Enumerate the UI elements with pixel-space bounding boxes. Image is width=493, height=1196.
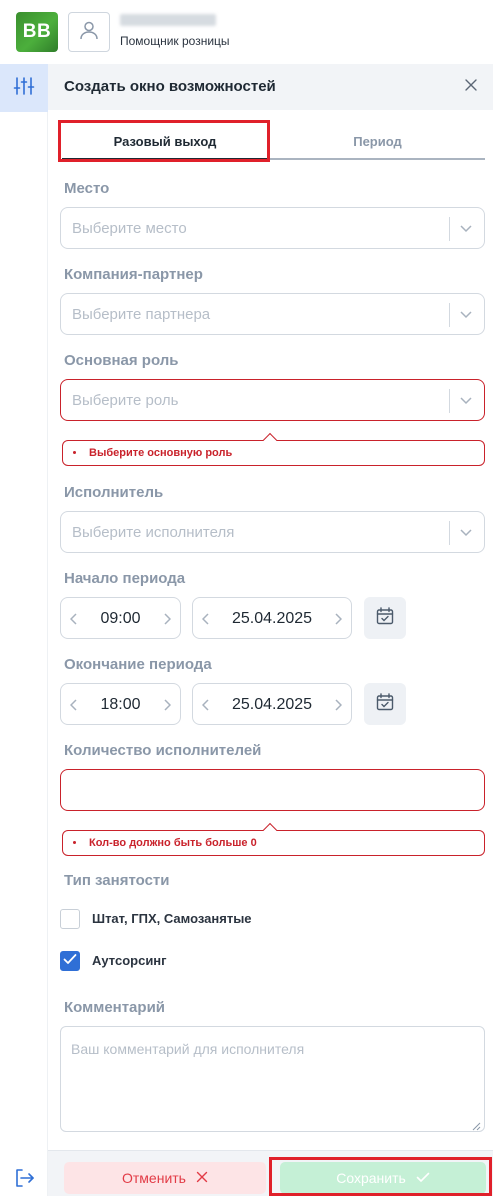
comment-placeholder: Ваш комментарий для исполнителя	[71, 1041, 305, 1057]
partner-placeholder: Выберите партнера	[72, 306, 211, 323]
bullet-icon	[73, 841, 76, 844]
user-role: Помощник розницы	[120, 34, 230, 48]
cancel-button[interactable]: Отменить	[64, 1162, 266, 1194]
tooltip-arrow	[262, 432, 278, 448]
end-date-value: 25.04.2025	[231, 696, 313, 713]
calendar-icon	[375, 692, 395, 717]
logout-icon	[13, 1167, 35, 1194]
select-separator	[449, 521, 450, 545]
user-avatar[interactable]	[68, 12, 110, 52]
select-separator	[449, 217, 450, 241]
count-error-message: Кол-во должно быть больше 0	[89, 837, 257, 849]
rail-filters-button[interactable]	[0, 64, 48, 112]
cancel-button-label: Отменить	[122, 1170, 186, 1186]
start-date-value: 25.04.2025	[231, 610, 313, 627]
bullet-icon	[73, 451, 76, 454]
app-logo: BB	[16, 12, 58, 52]
chevron-right-icon[interactable]	[331, 697, 345, 713]
end-date-stepper[interactable]: 25.04.2025	[192, 683, 352, 725]
resize-grip-icon[interactable]	[471, 1118, 481, 1131]
close-button[interactable]	[461, 77, 481, 97]
panel-body: Разовый выход Период Место Выберите мест…	[48, 110, 493, 1150]
sliders-icon	[13, 75, 35, 102]
chevron-down-icon	[458, 393, 474, 409]
comment-textarea[interactable]: Ваш комментарий для исполнителя	[60, 1026, 485, 1132]
start-calendar-button[interactable]	[364, 597, 406, 639]
tab-highlight-box	[58, 120, 270, 162]
comment-label: Комментарий	[64, 999, 166, 1016]
user-name-blurred	[120, 14, 216, 26]
create-window-panel: Создать окно возможностей Разовый выход …	[48, 64, 493, 1196]
count-label: Количество исполнителей	[64, 742, 262, 759]
top-bar: BB Помощник розницы	[0, 0, 493, 64]
checkbox-outsourcing-label[interactable]: Аутсорсинг	[92, 953, 167, 968]
check-icon	[63, 952, 77, 970]
start-label: Начало периода	[64, 570, 186, 587]
count-error-tooltip: Кол-во должно быть больше 0	[62, 822, 485, 856]
chevron-right-icon[interactable]	[160, 697, 174, 713]
role-label: Основная роль	[64, 352, 179, 369]
count-input[interactable]	[60, 769, 485, 811]
panel-header: Создать окно возможностей	[48, 64, 493, 110]
left-rail	[0, 64, 48, 1196]
chevron-down-icon	[458, 221, 474, 237]
end-label: Окончание периода	[64, 656, 212, 673]
panel-title: Создать окно возможностей	[64, 78, 276, 95]
chevron-down-icon	[458, 307, 474, 323]
employment-label: Тип занятости	[64, 872, 170, 889]
end-calendar-button[interactable]	[364, 683, 406, 725]
role-error-message: Выберите основную роль	[89, 447, 233, 459]
place-placeholder: Выберите место	[72, 220, 187, 237]
executor-select[interactable]: Выберите исполнителя	[60, 511, 485, 553]
tooltip-arrow	[262, 822, 278, 838]
tab-period[interactable]: Период	[270, 124, 485, 160]
checkbox-outsourcing[interactable]	[60, 951, 80, 971]
checkbox-staff-label[interactable]: Штат, ГПХ, Самозанятые	[92, 911, 252, 926]
calendar-icon	[375, 606, 395, 631]
place-label: Место	[64, 180, 110, 197]
select-separator	[449, 389, 450, 413]
start-date-stepper[interactable]: 25.04.2025	[192, 597, 352, 639]
close-icon	[196, 1170, 208, 1186]
partner-select[interactable]: Выберите партнера	[60, 293, 485, 335]
role-error-tooltip: Выберите основную роль	[62, 432, 485, 466]
save-highlight-box	[269, 1157, 492, 1196]
start-time-stepper[interactable]: 09:00	[60, 597, 181, 639]
chevron-right-icon[interactable]	[331, 611, 345, 627]
end-time-stepper[interactable]: 18:00	[60, 683, 181, 725]
close-icon	[464, 78, 478, 97]
place-select[interactable]: Выберите место	[60, 207, 485, 249]
role-placeholder: Выберите роль	[72, 392, 179, 409]
checkbox-staff[interactable]	[60, 909, 80, 929]
user-icon	[78, 19, 100, 46]
role-select[interactable]: Выберите роль	[60, 379, 485, 421]
chevron-down-icon	[458, 525, 474, 541]
executor-label: Исполнитель	[64, 484, 164, 501]
select-separator	[449, 303, 450, 327]
logout-button[interactable]	[12, 1168, 36, 1192]
partner-label: Компания-партнер	[64, 266, 203, 283]
chevron-right-icon[interactable]	[160, 611, 174, 627]
executor-placeholder: Выберите исполнителя	[72, 524, 235, 541]
